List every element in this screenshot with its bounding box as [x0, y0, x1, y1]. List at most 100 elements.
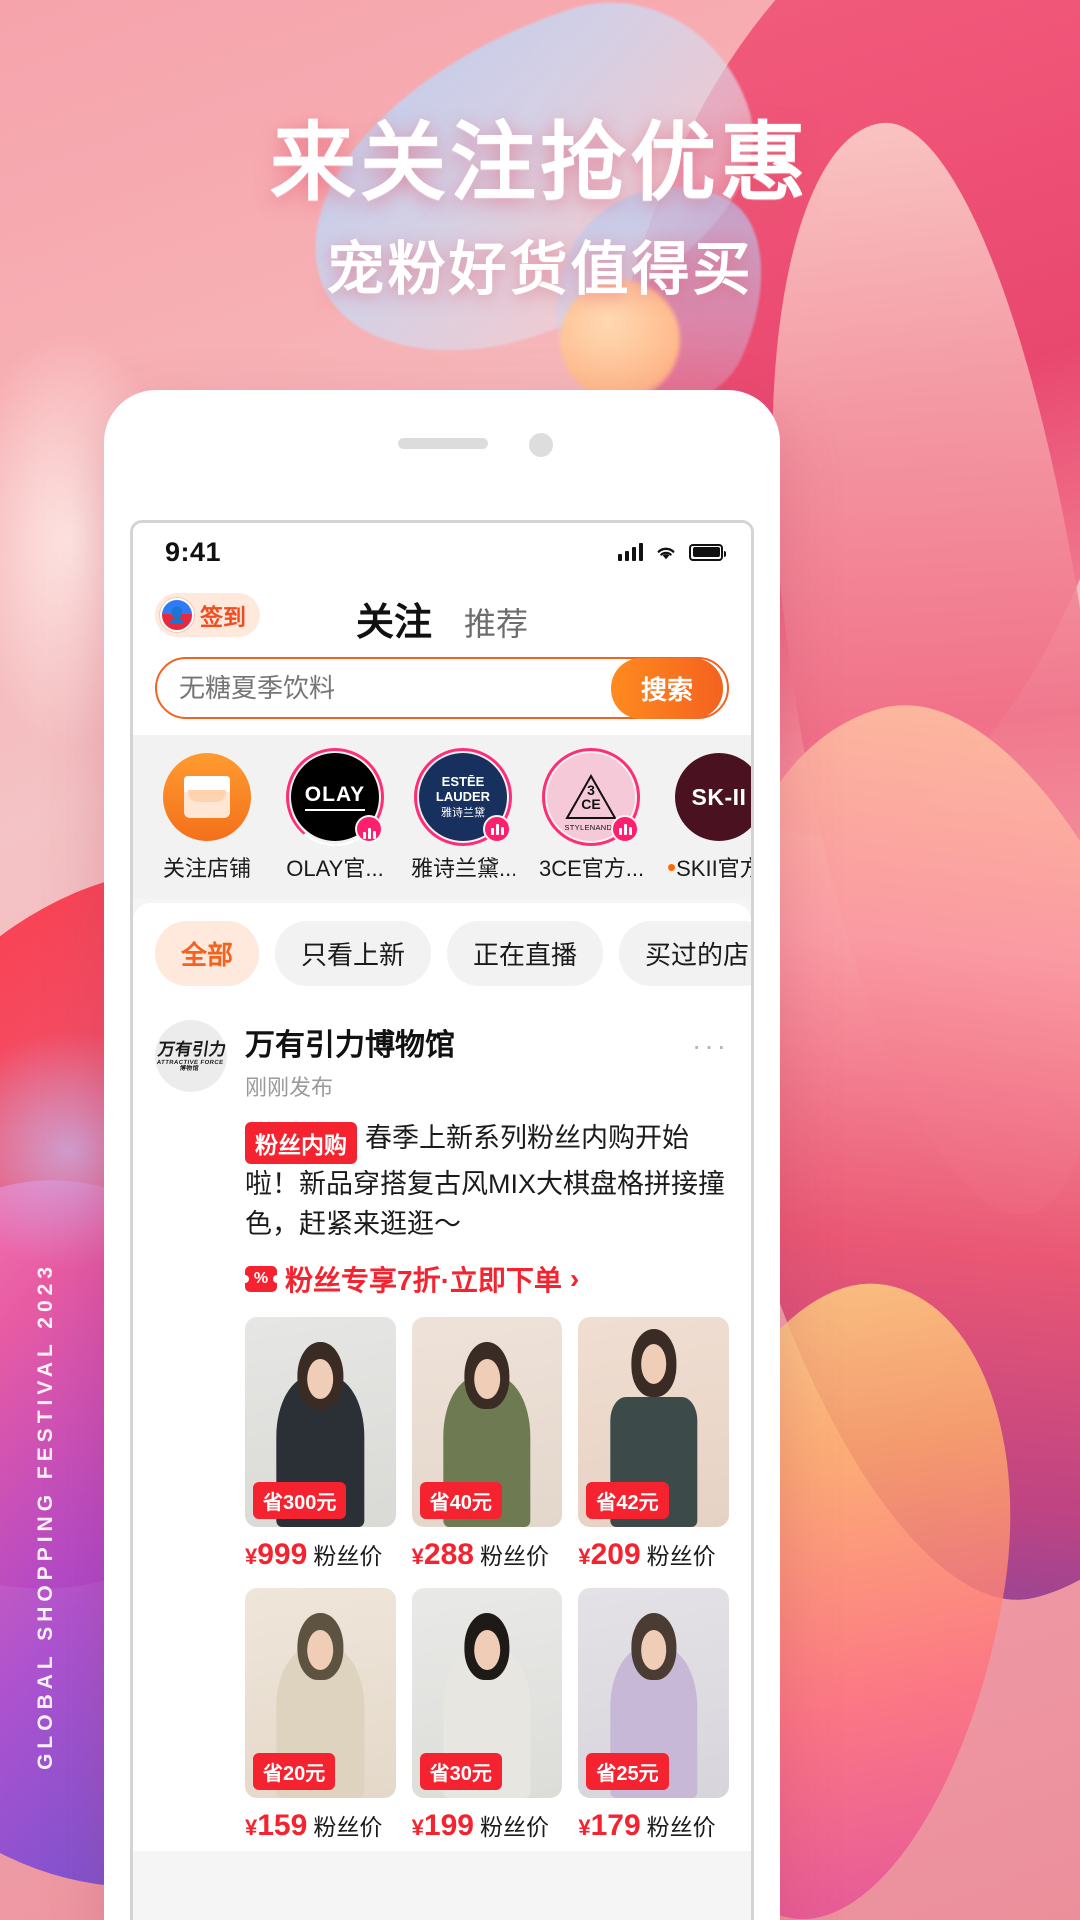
brand-item-estee-lauder[interactable]: ESTĒE LAUDER 雅诗兰黛 雅诗兰黛... [411, 748, 515, 883]
discount-badge: 省40元 [419, 1481, 502, 1519]
poster-title: 来关注抢优惠 [270, 115, 810, 211]
filter-chips[interactable]: 全部 只看上新 正在直播 买过的店 更多分... [155, 921, 751, 986]
product-price: ¥999 [245, 1537, 308, 1571]
status-bar-indicators [617, 543, 726, 561]
filter-chip-all[interactable]: 全部 [155, 921, 260, 986]
post-cta-label: 粉丝专享7折·立即下单 [285, 1264, 562, 1296]
brand-avatar: ESTĒE LAUDER 雅诗兰黛 [414, 748, 512, 846]
product-price: ¥179 [578, 1808, 641, 1842]
post-avatar-logo: 万有引力 ATTRACTIVE FORCE 博物馆 [156, 1039, 227, 1072]
wifi-icon [654, 543, 678, 561]
brand-avatar [163, 753, 251, 841]
brand-item-skii[interactable]: SK-II •SKII官方... [667, 753, 751, 883]
more-dots-icon[interactable]: ··· [692, 1020, 729, 1062]
product-card[interactable]: 省42元 ¥209 粉丝价 [578, 1316, 729, 1572]
search-input[interactable] [179, 672, 611, 704]
price-row: ¥159 粉丝价 [245, 1808, 396, 1843]
poster-subtitle: 宠粉好货值得买 [326, 237, 754, 303]
product-card[interactable]: 省40元 ¥288 粉丝价 [411, 1316, 563, 1572]
post-timestamp: 刚刚发布 [245, 1075, 334, 1100]
price-label: 粉丝价 [646, 1813, 716, 1840]
product-card[interactable]: 省20元 ¥159 粉丝价 [245, 1587, 396, 1843]
product-price: ¥288 [411, 1537, 474, 1571]
feed-post: 万有引力 ATTRACTIVE FORCE 博物馆 万有引力博物馆 刚刚发布 ·… [133, 1004, 751, 1851]
phone-mockup: 9:41 👤 签到 关注 推荐 无糖夏季饮料 搜索 关注店铺 OLAY OLAY… [104, 390, 780, 1920]
phone-top-bezel [104, 390, 780, 520]
brand-label: 3CE官方... [539, 856, 643, 881]
price-label: 粉丝价 [313, 1813, 383, 1840]
brand-item-3ce[interactable]: 3 CE STYLENANDA 3CE官方... [539, 748, 643, 883]
discount-badge: 省42元 [586, 1481, 669, 1519]
price-label: 粉丝价 [313, 1542, 383, 1569]
search-button[interactable]: 搜索 [610, 657, 723, 719]
3ce-letters: CE [581, 796, 601, 812]
post-header: 万有引力 ATTRACTIVE FORCE 博物馆 万有引力博物馆 刚刚发布 ·… [155, 1010, 729, 1102]
price-row: ¥999 粉丝价 [245, 1537, 396, 1572]
product-card[interactable]: 省30元 ¥199 粉丝价 [411, 1587, 563, 1843]
price-label: 粉丝价 [479, 1813, 549, 1840]
3ce-num: 3 [587, 782, 595, 798]
product-thumbnail[interactable]: 省42元 [578, 1316, 729, 1527]
tab-recommend[interactable]: 推荐 [464, 599, 528, 645]
price-row: ¥288 粉丝价 [412, 1537, 563, 1572]
brand-avatar: OLAY [286, 748, 384, 846]
product-thumbnail[interactable]: 省30元 [411, 1587, 563, 1798]
filter-chip-purchased[interactable]: 买过的店 [619, 921, 751, 986]
brand-label: OLAY官... [286, 856, 384, 881]
product-thumbnail[interactable]: 省25元 [578, 1587, 729, 1798]
new-content-dot-icon: • [667, 852, 677, 882]
product-price: ¥159 [245, 1808, 308, 1842]
brand-avatar: SK-II [675, 753, 751, 841]
battery-full-icon [689, 543, 726, 561]
price-row: ¥199 粉丝价 [412, 1808, 563, 1843]
product-grid: 省300元 ¥999 粉丝价 省40元 ¥288 粉丝价 省42元 ¥209 粉… [245, 1316, 729, 1851]
filter-chip-new-only[interactable]: 只看上新 [275, 921, 432, 986]
filter-chips-section: 全部 只看上新 正在直播 买过的店 更多分... [133, 903, 751, 1004]
product-card[interactable]: 省300元 ¥999 粉丝价 [245, 1316, 396, 1572]
product-card[interactable]: 省25元 ¥179 粉丝价 [578, 1587, 729, 1843]
brand-label: 关注店铺 [162, 856, 251, 881]
product-thumbnail[interactable]: 省20元 [245, 1587, 396, 1798]
post-body: 粉丝内购 春季上新系列粉丝内购开始啦！新品穿搭复古风MIX大棋盘格拼接撞色，赶紧来… [241, 1118, 729, 1851]
status-badge: 粉丝内购 [245, 1121, 357, 1164]
filter-chip-live-now[interactable]: 正在直播 [447, 921, 604, 986]
post-text-block: 粉丝内购 春季上新系列粉丝内购开始啦！新品穿搭复古风MIX大棋盘格拼接撞色，赶紧来… [245, 1118, 729, 1245]
earpiece-speaker-icon [398, 438, 488, 449]
status-bar-clock: 9:41 [165, 536, 222, 567]
post-cta-link[interactable]: % 粉丝专享7折·立即下单 › [241, 1259, 729, 1299]
price-row: ¥209 粉丝价 [578, 1537, 729, 1572]
status-bar: 9:41 [133, 523, 751, 581]
discount-badge: 省20元 [253, 1752, 336, 1790]
post-shop-name[interactable]: 万有引力博物馆 [245, 1020, 674, 1064]
brand-avatar: 3 CE STYLENANDA [542, 748, 640, 846]
live-badge-icon [355, 815, 383, 843]
brand-label: •SKII官方... [667, 852, 751, 882]
search-bar[interactable]: 搜索 [155, 657, 729, 719]
discount-badge: 省30元 [419, 1752, 502, 1790]
product-thumbnail[interactable]: 省300元 [245, 1316, 396, 1527]
brand-item-olay[interactable]: OLAY OLAY官... [283, 748, 387, 883]
3ce-logo: 3 CE STYLENANDA [564, 772, 618, 832]
product-price: ¥199 [411, 1808, 474, 1842]
phone-screen: 9:41 👤 签到 关注 推荐 无糖夏季饮料 搜索 关注店铺 OLAY OLAY… [130, 520, 754, 1920]
price-label: 粉丝价 [479, 1542, 549, 1569]
app-navbar: 👤 签到 关注 推荐 [133, 581, 751, 651]
coupon-icon: % [241, 1265, 281, 1292]
brand-label: 雅诗兰黛... [411, 856, 515, 881]
front-camera-icon [529, 433, 553, 457]
tab-following[interactable]: 关注 [356, 591, 432, 646]
3ce-sub: STYLENANDA [564, 823, 618, 832]
poster-side-text: GLOBAL SHOPPING FESTIVAL 2023 [34, 1262, 57, 1770]
post-meta: 万有引力博物馆 刚刚发布 [245, 1020, 674, 1102]
avatar[interactable]: 万有引力 ATTRACTIVE FORCE 博物馆 [155, 1020, 227, 1092]
discount-badge: 省300元 [253, 1481, 347, 1519]
brand-item-follow-shops[interactable]: 关注店铺 [155, 753, 259, 883]
poster-heading-group: 来关注抢优惠 宠粉好货值得买 [0, 118, 1080, 306]
product-thumbnail[interactable]: 省40元 [411, 1316, 563, 1527]
followed-brands-rail[interactable]: 关注店铺 OLAY OLAY官... ESTĒE LAUDER 雅诗兰黛 雅诗兰… [133, 735, 751, 899]
chevron-right-icon: › [569, 1262, 580, 1294]
live-badge-icon [611, 815, 639, 843]
skii-logo-text: SK-II [691, 783, 747, 810]
price-label: 粉丝价 [646, 1542, 716, 1569]
nav-tabs: 关注 推荐 [133, 591, 751, 646]
